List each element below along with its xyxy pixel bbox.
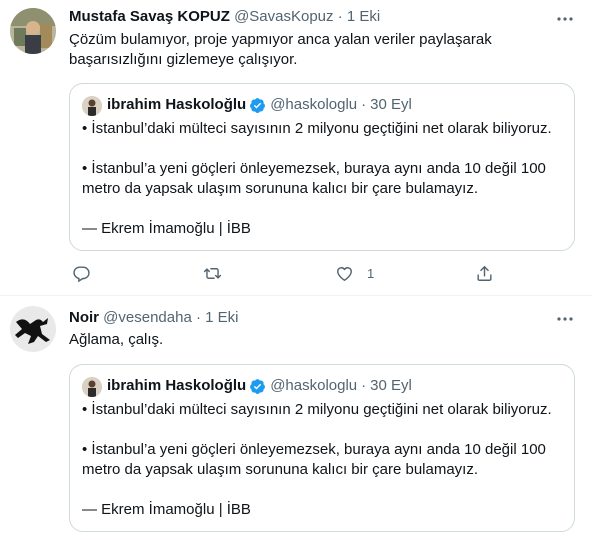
retweet-icon <box>203 267 222 279</box>
author-handle[interactable]: @SavasKopuz <box>234 8 333 25</box>
quoted-tweet-text: • İstanbul’daki mülteci sayısının 2 mily… <box>82 401 552 518</box>
retweet-button[interactable] <box>203 262 235 284</box>
tweet-date[interactable]: 1 Eki <box>205 309 238 326</box>
tweet-header: Mustafa Savaş KOPUZ @SavasKopuz · 1 Eki <box>69 7 380 27</box>
verified-badge-icon <box>249 378 266 395</box>
like-icon <box>337 266 352 281</box>
quoted-tweet-header: ibrahim Haskoloğlu @haskologlu · 30 Eyl <box>107 376 412 396</box>
avatar[interactable] <box>10 306 56 352</box>
author-handle[interactable]: @vesendaha <box>103 309 192 326</box>
tweet-text: Ağlama, çalış. <box>69 331 164 348</box>
separator: · <box>361 96 367 113</box>
quoted-tweet-header: ibrahim Haskoloğlu @haskologlu · 30 Eyl <box>107 95 412 115</box>
share-icon <box>477 265 492 281</box>
separator: · <box>337 8 343 25</box>
reply-icon <box>73 265 90 282</box>
author-name[interactable]: Mustafa Savaş KOPUZ <box>69 8 230 25</box>
tweet-noir[interactable]: Noir @vesendaha · 1 Eki Ağlama, çalış. i… <box>0 296 592 540</box>
quoted-author-name: ibrahim Haskoloğlu <box>107 377 247 394</box>
verified-badge-icon <box>249 97 266 114</box>
quoted-tweet[interactable]: ibrahim Haskoloğlu @haskologlu · 30 Eyl … <box>69 83 575 251</box>
like-button[interactable]: 1 <box>335 262 374 284</box>
quoted-author-name: ibrahim Haskoloğlu <box>107 96 247 113</box>
avatar[interactable] <box>10 8 56 54</box>
quoted-tweet-text: • İstanbul’daki mülteci sayısının 2 mily… <box>82 120 552 237</box>
avatar <box>82 377 102 397</box>
separator: · <box>361 377 367 394</box>
tweet-header: Noir @vesendaha · 1 Eki <box>69 308 239 328</box>
tweet-mustafa[interactable]: Mustafa Savaş KOPUZ @SavasKopuz · 1 Eki … <box>0 0 592 296</box>
tweet-text: Çözüm bulamıyor, proje yapmıyor anca yal… <box>69 31 492 68</box>
reply-button[interactable] <box>72 262 104 284</box>
quoted-tweet-date: 30 Eyl <box>370 96 412 113</box>
quoted-tweet[interactable]: ibrahim Haskoloğlu @haskologlu · 30 Eyl … <box>69 364 575 532</box>
quoted-tweet-date: 30 Eyl <box>370 377 412 394</box>
quoted-author-handle: @haskologlu <box>270 377 358 394</box>
avatar <box>82 96 102 116</box>
tweet-date[interactable]: 1 Eki <box>347 8 380 25</box>
more-icon[interactable] <box>556 10 574 28</box>
more-icon[interactable] <box>556 310 574 328</box>
like-count: 1 <box>367 265 375 281</box>
separator: · <box>195 309 201 326</box>
quoted-author-handle: @haskologlu <box>270 96 358 113</box>
author-name[interactable]: Noir <box>69 309 99 326</box>
share-button[interactable] <box>475 262 494 284</box>
tweet-actions: 1 <box>69 262 499 284</box>
